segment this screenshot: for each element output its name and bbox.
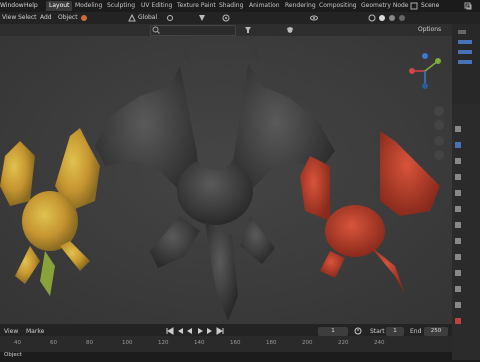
select-menu[interactable]: Select	[18, 14, 37, 21]
start-frame-field[interactable]: 1	[386, 327, 404, 336]
proportional-edit-icon[interactable]	[222, 14, 230, 22]
jump-start-icon[interactable]	[166, 327, 174, 335]
tab-texture-paint[interactable]: Texture Paint	[174, 1, 219, 11]
ruler-tick: 140	[194, 340, 205, 346]
tab-modeling[interactable]: Modeling	[72, 1, 105, 11]
object-mode-icon[interactable]	[80, 14, 88, 22]
next-keyframe-icon[interactable]	[206, 327, 214, 335]
wireframe-shading-icon[interactable]	[368, 14, 376, 22]
status-bar: Object	[0, 352, 452, 360]
orientation-dropdown[interactable]: Global	[138, 14, 157, 21]
3d-viewport[interactable]	[0, 36, 452, 324]
pan-hand-icon[interactable]	[434, 120, 444, 130]
search-icon	[152, 26, 160, 34]
camera-view-icon[interactable]	[434, 136, 444, 146]
filter-icon[interactable]	[244, 26, 252, 34]
viewport-header: View Select Add Object Global	[0, 12, 480, 24]
play-reverse-icon[interactable]	[186, 327, 194, 335]
tab-layout[interactable]: Layout	[46, 1, 73, 11]
object-menu[interactable]: Object	[58, 14, 78, 21]
outliner[interactable]	[452, 24, 480, 104]
clock-icon	[354, 327, 362, 335]
tab-compositing[interactable]: Compositing	[316, 1, 360, 11]
solid-shading-icon[interactable]	[378, 14, 386, 22]
current-frame-field[interactable]: 1	[318, 327, 348, 336]
pivot-icon[interactable]	[166, 14, 174, 22]
rendered-shading-icon[interactable]	[398, 14, 406, 22]
ruler-tick: 160	[230, 340, 241, 346]
tab-animation[interactable]: Animation	[246, 1, 283, 11]
ruler-tick: 40	[14, 340, 21, 346]
jump-end-icon[interactable]	[216, 327, 224, 335]
add-menu[interactable]: Add	[40, 14, 52, 21]
end-frame-field[interactable]: 250	[424, 327, 448, 336]
search-field[interactable]	[150, 25, 236, 36]
viewport-canvas	[0, 36, 452, 324]
ruler-tick: 220	[338, 340, 349, 346]
status-text: Object	[4, 352, 22, 358]
material-shading-icon[interactable]	[388, 14, 396, 22]
tab-rendering[interactable]: Rendering	[282, 1, 319, 11]
zoom-icon[interactable]	[434, 106, 444, 116]
tab-geometry-nodes[interactable]: Geometry Node	[358, 1, 411, 11]
tab-uv-editing[interactable]: UV Editing	[138, 1, 175, 11]
snap-icon[interactable]	[198, 14, 206, 22]
scene-icon	[410, 2, 418, 10]
shield-icon[interactable]	[286, 26, 294, 34]
ruler-tick: 180	[266, 340, 277, 346]
perspective-toggle-icon[interactable]	[434, 150, 444, 160]
start-label: Start	[370, 328, 385, 335]
timeline-view-menu[interactable]: View	[4, 328, 18, 335]
orientation-icon	[128, 13, 136, 22]
prev-keyframe-icon[interactable]	[176, 327, 184, 335]
tool-header: Options	[0, 24, 452, 36]
view-menu[interactable]: View	[2, 14, 16, 21]
copy-icon[interactable]	[464, 2, 472, 10]
scene-selector[interactable]: Scene	[421, 2, 439, 9]
visibility-icon[interactable]	[310, 14, 318, 22]
menu-window[interactable]: Window	[0, 2, 24, 9]
timeline-marker-menu[interactable]: Marke	[26, 328, 44, 335]
timeline-ruler[interactable]: 40 60 80 100 120 140 160 180 200 220 240	[0, 336, 452, 352]
tab-sculpting[interactable]: Sculpting	[104, 1, 138, 11]
options-dropdown[interactable]: Options	[418, 26, 441, 33]
menu-help[interactable]: Help	[24, 2, 38, 9]
end-label: End	[410, 328, 422, 335]
top-menubar: Window Help Layout Modeling Sculpting UV…	[0, 0, 480, 12]
properties-panel	[452, 24, 480, 360]
ruler-tick: 120	[158, 340, 169, 346]
ruler-tick: 240	[374, 340, 385, 346]
ruler-tick: 80	[86, 340, 93, 346]
ruler-tick: 60	[50, 340, 57, 346]
play-icon[interactable]	[196, 327, 204, 335]
ruler-tick: 200	[302, 340, 313, 346]
ruler-tick: 100	[122, 340, 133, 346]
property-tabs[interactable]	[454, 124, 462, 360]
tab-shading[interactable]: Shading	[216, 1, 246, 11]
